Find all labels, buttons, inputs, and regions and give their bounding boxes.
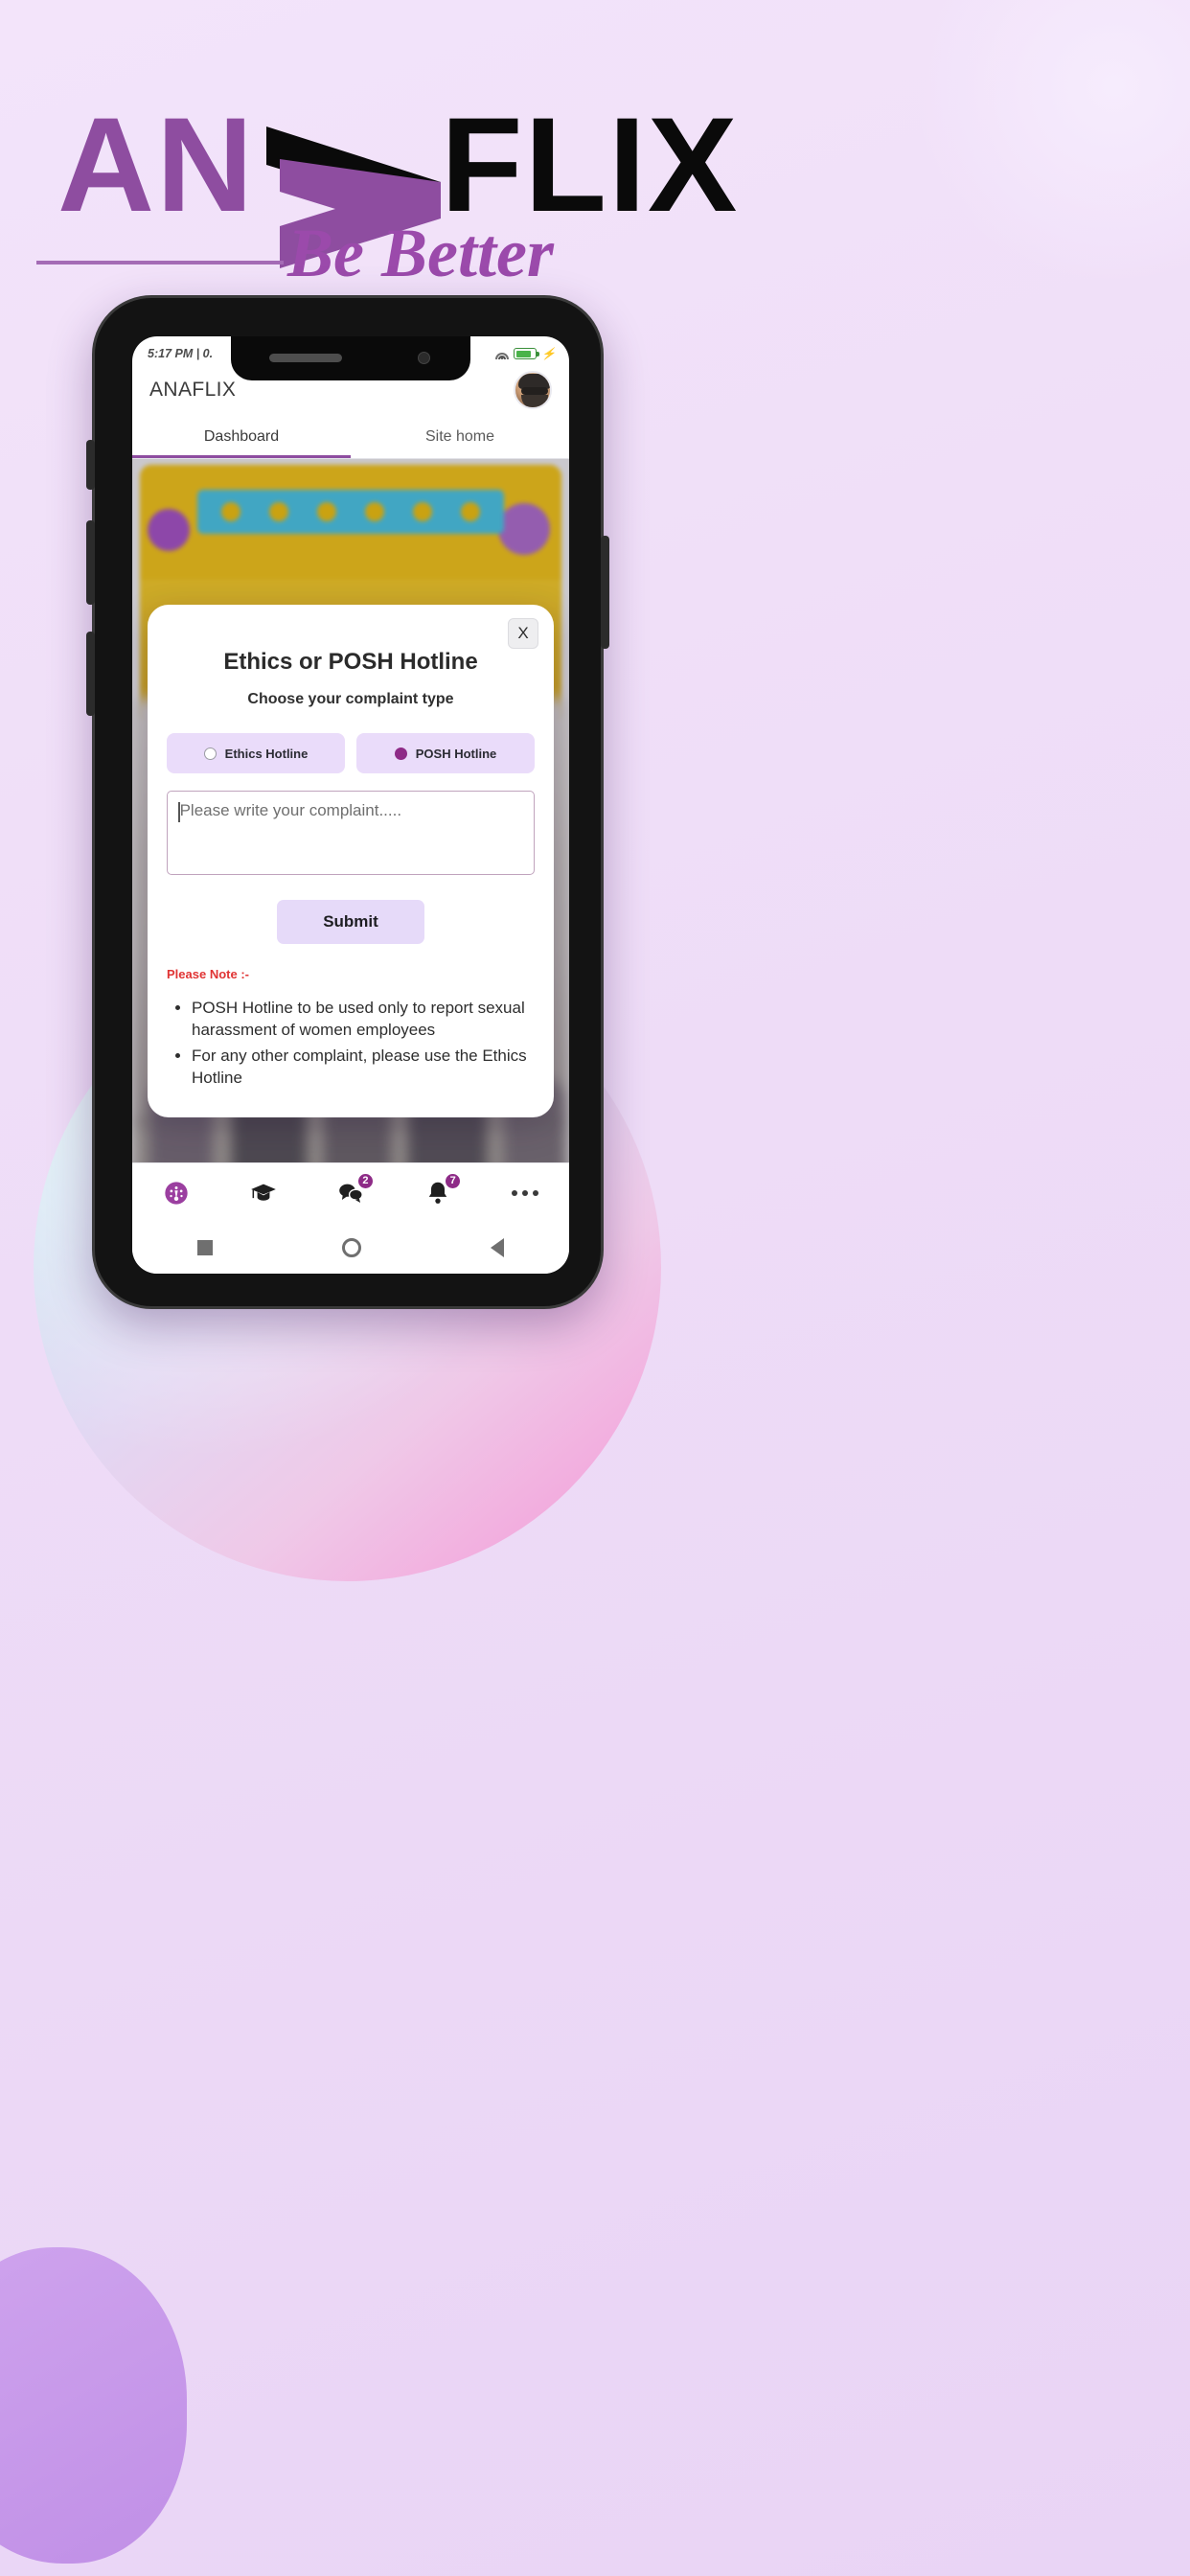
tab-dashboard[interactable]: Dashboard <box>132 415 351 458</box>
earpiece-speaker <box>269 354 342 362</box>
nav-messages[interactable]: 2 <box>327 1171 375 1212</box>
more-dots-icon <box>512 1189 539 1196</box>
app-title: ANAFLIX <box>149 379 237 401</box>
logo-underline <box>36 261 284 264</box>
bolt-icon: ⚡ <box>541 347 556 360</box>
nav-dashboard[interactable] <box>152 1174 200 1212</box>
complaint-placeholder: Please write your complaint..... <box>179 801 402 819</box>
radio-ethics-icon[interactable] <box>203 747 217 760</box>
status-icons: ⚡ <box>494 348 556 359</box>
logo-tagline: Be Better <box>286 215 555 291</box>
complaint-type-group: Ethics Hotline POSH Hotline <box>167 733 535 773</box>
status-time: 5:17 PM | 0. <box>148 347 214 360</box>
phone-button-volume-up <box>86 520 95 605</box>
phone-button-silent <box>86 440 95 490</box>
avatar[interactable] <box>514 371 552 409</box>
nav-more[interactable] <box>501 1174 549 1212</box>
dashboard-gauge-icon <box>164 1181 188 1205</box>
graduation-cap-icon <box>250 1184 276 1201</box>
android-recents-square-icon[interactable] <box>196 1240 213 1255</box>
android-home-circle-icon[interactable] <box>341 1238 361 1257</box>
nav-courses[interactable] <box>240 1174 287 1212</box>
battery-charging-icon <box>514 348 539 359</box>
close-icon[interactable]: X <box>508 618 538 649</box>
complaint-input[interactable]: Please write your complaint..... <box>167 791 535 875</box>
notifications-badge: 7 <box>444 1171 463 1190</box>
phone-notch <box>231 336 470 380</box>
bottom-navigation: 2 7 <box>132 1162 569 1222</box>
android-back-triangle-icon[interactable] <box>491 1238 505 1257</box>
hotline-dialog: X Ethics or POSH Hotline Choose your com… <box>148 605 554 1118</box>
option-posh-hotline[interactable]: POSH Hotline <box>356 733 535 773</box>
nav-notifications[interactable]: 7 <box>414 1171 463 1212</box>
phone-screen: 5:17 PM | 0. ⚡ ANAFLIX Dashboard Site ho… <box>132 336 569 1274</box>
phone-button-volume-down <box>86 632 95 716</box>
messages-badge: 2 <box>355 1171 375 1190</box>
phone-mockup: 5:17 PM | 0. ⚡ ANAFLIX Dashboard Site ho… <box>86 295 609 1309</box>
note-list: POSH Hotline to be used only to report s… <box>192 997 535 1089</box>
submit-button[interactable]: Submit <box>277 900 424 944</box>
tab-site-home[interactable]: Site home <box>351 415 569 458</box>
dialog-title: Ethics or POSH Hotline <box>223 649 478 675</box>
android-system-nav <box>132 1222 569 1274</box>
tab-bar: Dashboard Site home <box>132 415 569 459</box>
note-item: POSH Hotline to be used only to report s… <box>192 997 535 1041</box>
phone-button-power <box>601 536 609 649</box>
option-posh-label: POSH Hotline <box>415 746 497 761</box>
content-area: X Ethics or POSH Hotline Choose your com… <box>132 459 569 1221</box>
dialog-subtitle: Choose your complaint type <box>247 691 454 707</box>
option-ethics-hotline[interactable]: Ethics Hotline <box>167 733 345 773</box>
note-heading: Please Note :- <box>167 967 249 981</box>
option-ethics-label: Ethics Hotline <box>224 746 309 761</box>
note-item: For any other complaint, please use the … <box>192 1045 535 1089</box>
logo-text-ana: AN <box>57 89 255 240</box>
wifi-icon <box>494 348 509 359</box>
radio-posh-icon[interactable] <box>394 747 407 760</box>
front-camera <box>418 352 430 364</box>
